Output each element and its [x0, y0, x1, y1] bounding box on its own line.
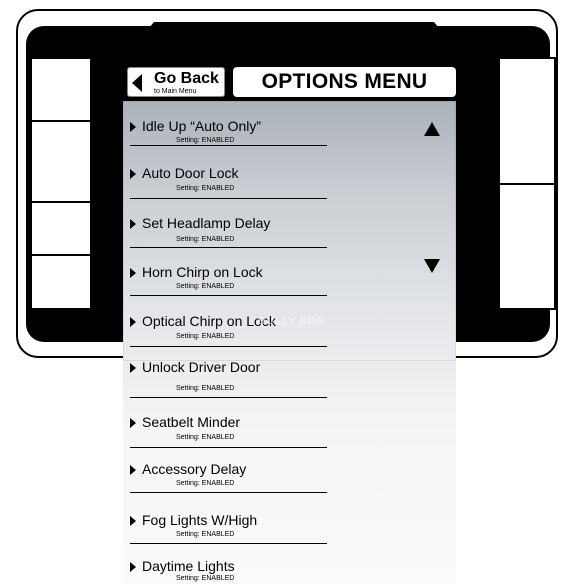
menu-item-daytime-lights[interactable]: Daytime Lights Setting: ENABLED [130, 558, 330, 584]
menu-item-auto-door-lock[interactable]: Auto Door Lock Setting: ENABLED [130, 165, 330, 199]
scroll-down-icon[interactable] [424, 259, 440, 273]
left-button-3[interactable] [30, 201, 92, 256]
go-back-button[interactable]: Go Back to Main Menu [127, 67, 225, 97]
item-bullet-icon [130, 268, 136, 278]
right-button-2[interactable] [498, 183, 556, 310]
item-divider [130, 492, 327, 493]
item-bullet-icon [130, 363, 136, 373]
menu-item-label: Horn Chirp on Lock [142, 264, 263, 280]
menu-item-seatbelt-minder[interactable]: Seatbelt Minder Setting: ENABLED [130, 414, 330, 448]
item-divider [130, 247, 327, 248]
item-divider [130, 346, 327, 347]
item-divider [130, 295, 327, 296]
left-button-2[interactable] [30, 120, 92, 203]
menu-item-setting: Setting: ENABLED [176, 531, 235, 538]
menu-item-setting: Setting: ENABLED [176, 385, 235, 392]
item-divider [130, 145, 327, 146]
item-bullet-icon [130, 122, 136, 132]
menu-item-accessory-delay[interactable]: Accessory Delay Setting: ENABLED [130, 461, 330, 495]
menu-item-label: Daytime Lights [142, 558, 235, 574]
item-divider [130, 447, 327, 448]
item-divider [130, 543, 327, 544]
menu-item-setting: Setting: ENABLED [176, 283, 235, 290]
menu-item-setting: Setting: ENABLED [176, 480, 235, 487]
right-button-1[interactable] [498, 57, 556, 185]
brand-watermark: BULLY DOG [258, 316, 325, 327]
menu-item-label: Set Headlamp Delay [142, 215, 271, 231]
menu-item-idle-up[interactable]: Idle Up “Auto Only” Setting: ENABLED [130, 118, 330, 152]
menu-item-setting: Setting: ENABLED [176, 236, 235, 243]
menu-item-label: Auto Door Lock [142, 165, 239, 181]
menu-item-setting: Setting: ENABLED [176, 333, 235, 340]
item-bullet-icon [130, 465, 136, 475]
item-bullet-icon [130, 418, 136, 428]
menu-item-label: Seatbelt Minder [142, 414, 241, 430]
item-bullet-icon [130, 562, 136, 572]
menu-item-unlock-driver-door[interactable]: Unlock Driver Door Setting: ENABLED [130, 359, 330, 399]
page-title: OPTIONS MENU [233, 67, 456, 97]
scroll-up-icon[interactable] [424, 122, 440, 136]
menu-item-label: Fog Lights W/High [142, 512, 258, 528]
item-bullet-icon [130, 516, 136, 526]
left-button-1[interactable] [30, 57, 92, 122]
menu-item-setting: Setting: ENABLED [176, 575, 235, 582]
menu-item-horn-chirp[interactable]: Horn Chirp on Lock Setting: ENABLED [130, 264, 330, 298]
item-bullet-icon [130, 219, 136, 229]
menu-item-setting: Setting: ENABLED [176, 137, 235, 144]
menu-item-label: Idle Up “Auto Only” [142, 118, 262, 134]
menu-item-setting: Setting: ENABLED [176, 185, 235, 192]
item-divider [130, 198, 327, 199]
menu-item-setting: Setting: ENABLED [176, 434, 235, 441]
menu-item-label: Unlock Driver Door [142, 359, 261, 375]
item-bullet-icon [130, 317, 136, 327]
menu-item-headlamp-delay[interactable]: Set Headlamp Delay Setting: ENABLED [130, 215, 330, 249]
item-bullet-icon [130, 169, 136, 179]
menu-item-label: Optical Chirp on Lock [142, 313, 276, 329]
left-button-4[interactable] [30, 254, 92, 310]
menu-item-fog-lights[interactable]: Fog Lights W/High Setting: ENABLED [130, 512, 330, 546]
item-divider [130, 397, 327, 398]
go-back-label: Go Back [154, 70, 219, 87]
menu-item-label: Accessory Delay [142, 461, 247, 477]
go-back-sublabel: to Main Menu [154, 88, 197, 95]
back-arrow-icon [132, 74, 142, 92]
